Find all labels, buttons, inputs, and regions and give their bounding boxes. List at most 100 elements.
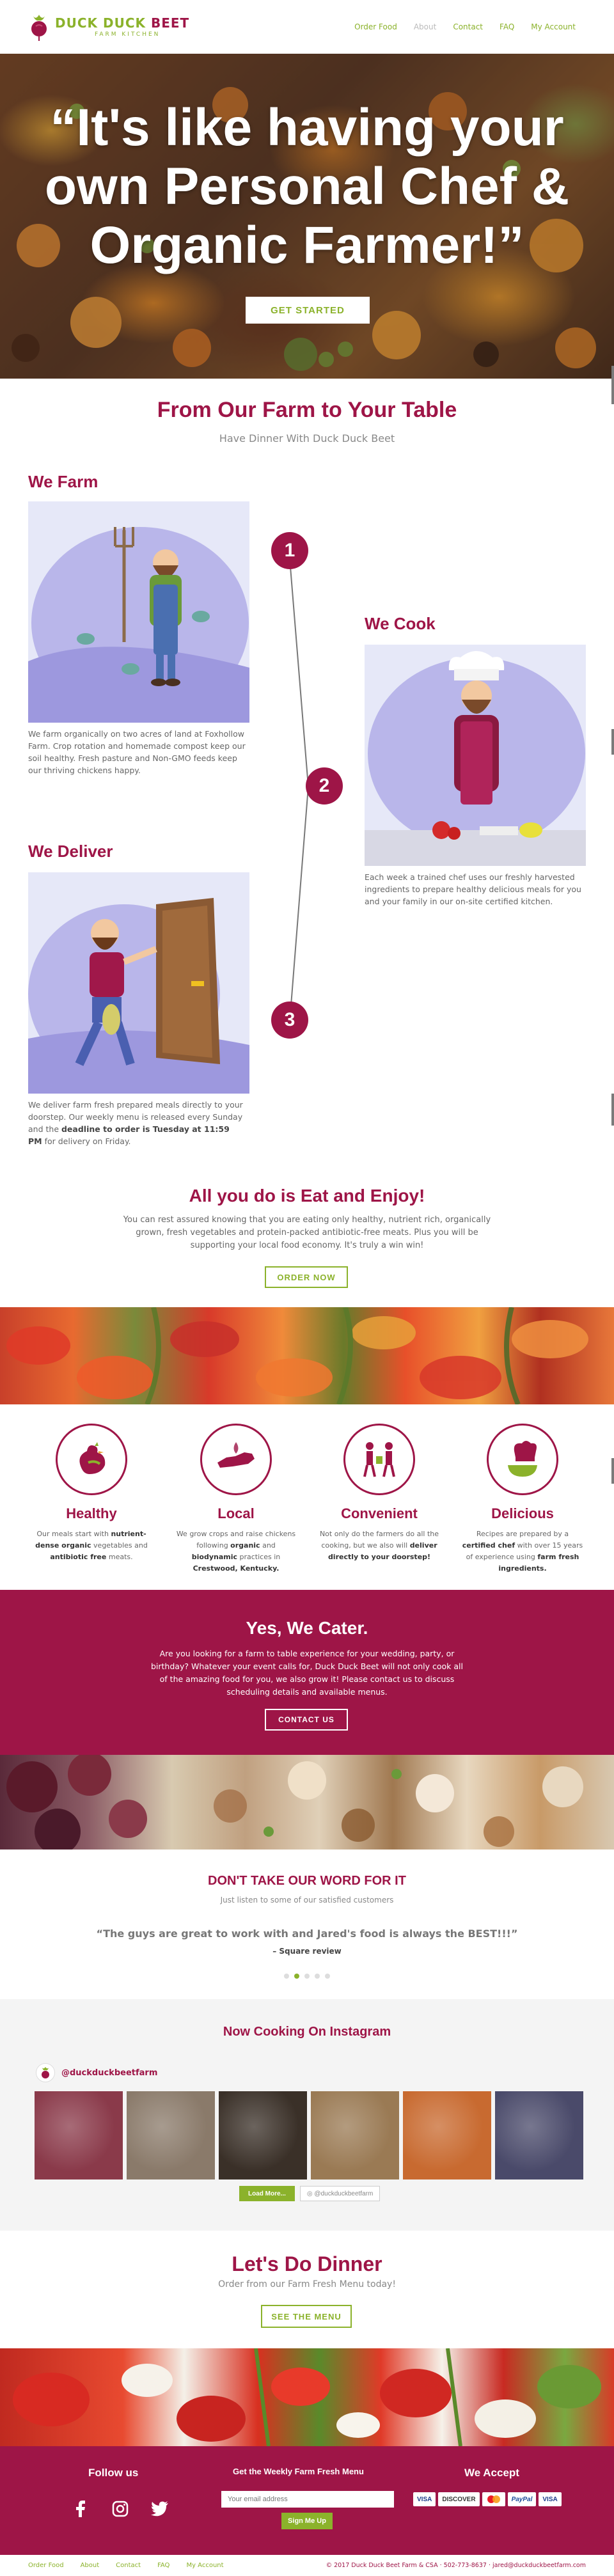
payment-cards: VISA DISCOVER PayPal VISA bbox=[413, 2492, 562, 2506]
pagination-dot[interactable] bbox=[304, 1974, 310, 1979]
order-now-button[interactable]: ORDER NOW bbox=[265, 1266, 348, 1288]
hero-title: “It's like having your own Personal Chef… bbox=[44, 98, 570, 274]
instagram-photo[interactable] bbox=[35, 2091, 123, 2179]
chef-illustration bbox=[365, 645, 586, 866]
feature-delicious: Delicious Recipes are prepared by a cert… bbox=[455, 1424, 590, 1575]
pagination-dot[interactable] bbox=[284, 1974, 289, 1979]
instagram-title: Now Cooking On Instagram bbox=[223, 2025, 391, 2039]
feature-title-healthy: Healthy bbox=[66, 1505, 117, 1521]
feature-convenient: Convenient Not only do the farmers do al… bbox=[312, 1424, 446, 1563]
follow-instagram-button[interactable]: ◎ @duckduckbeetfarm bbox=[299, 2186, 381, 2201]
we-deliver-heading: We Deliver bbox=[28, 842, 113, 861]
feature-text-part: organic bbox=[230, 1541, 260, 1550]
beet-logo-icon bbox=[31, 15, 47, 41]
page: DUCK DUCK BEET FARM KITCHEN Order Food A… bbox=[0, 0, 614, 2576]
pagination-dot[interactable] bbox=[325, 1974, 330, 1979]
step-number-2: 2 bbox=[306, 767, 343, 805]
visa-card-icon-2: VISA bbox=[539, 2492, 562, 2506]
paypal-card-icon: PayPal bbox=[507, 2492, 537, 2506]
pagination-dot[interactable] bbox=[294, 1974, 299, 1979]
instagram-photo[interactable] bbox=[311, 2091, 399, 2179]
footer-follow-title: Follow us bbox=[88, 2467, 139, 2479]
testimonial-pagination bbox=[284, 1974, 330, 1979]
instagram-user[interactable]: @duckduckbeetfarm bbox=[36, 2063, 157, 2082]
contact-us-button[interactable]: CONTACT US bbox=[265, 1709, 348, 1731]
social-links bbox=[72, 2500, 169, 2518]
we-accept-title: We Accept bbox=[464, 2467, 519, 2479]
footer-nav-order-food[interactable]: Order Food bbox=[28, 2562, 64, 2569]
feature-text-part: vegetables and bbox=[91, 1541, 148, 1550]
nav-contact[interactable]: Contact bbox=[453, 22, 483, 31]
step-number-1: 1 bbox=[271, 532, 308, 569]
feature-healthy: Healthy Our meals start with nutrient-de… bbox=[24, 1424, 159, 1563]
feature-text-part: antibiotic free bbox=[50, 1553, 107, 1561]
enjoy-text: You can rest assured knowing that you ar… bbox=[123, 1215, 491, 1250]
farm-to-table-subtitle: Have Dinner With Duck Duck Beet bbox=[219, 432, 395, 444]
salad-photo bbox=[0, 2348, 614, 2446]
feature-local: Local We grow crops and raise chickens f… bbox=[169, 1424, 303, 1575]
hero: “It's like having your own Personal Chef… bbox=[0, 54, 614, 379]
scrollbar-marker bbox=[611, 729, 614, 755]
testimonial-quote: “The guys are great to work with and Jar… bbox=[96, 1928, 518, 1940]
dinner-subtitle: Order from our Farm Fresh Menu today! bbox=[218, 2279, 396, 2289]
see-menu-button[interactable]: SEE THE MENU bbox=[261, 2305, 352, 2328]
feature-text-part: biodynamic bbox=[191, 1553, 238, 1561]
feature-title-local: Local bbox=[217, 1505, 255, 1521]
main-nav: Order Food About Contact FAQ My Account bbox=[354, 22, 576, 31]
discover-card-icon: DISCOVER bbox=[438, 2492, 480, 2506]
feature-icon-ring bbox=[200, 1424, 272, 1495]
footer: Follow us Get the Weekly Farm Fresh Menu… bbox=[0, 2446, 614, 2555]
feature-title-convenient: Convenient bbox=[341, 1505, 418, 1521]
we-deliver-text-b: for delivery on Friday. bbox=[42, 1136, 131, 1146]
visa-card-icon: VISA bbox=[413, 2492, 436, 2506]
load-more-button[interactable]: Load More... bbox=[239, 2186, 295, 2201]
delivery-illustration bbox=[28, 872, 249, 1094]
instagram-icon[interactable] bbox=[111, 2500, 129, 2518]
get-started-button[interactable]: GET STARTED bbox=[246, 297, 370, 324]
farm-to-table-title: From Our Farm to Your Table bbox=[157, 398, 457, 422]
chicken-icon bbox=[79, 1442, 106, 1474]
chef-hat-icon bbox=[508, 1441, 537, 1477]
feature-text-part: certified chef bbox=[462, 1541, 516, 1550]
instagram-grid bbox=[35, 2091, 583, 2179]
instagram-photo[interactable] bbox=[403, 2091, 491, 2179]
nav-my-account[interactable]: My Account bbox=[531, 22, 576, 31]
feature-icon-ring bbox=[56, 1424, 127, 1495]
we-cook-heading: We Cook bbox=[365, 614, 436, 633]
nav-faq[interactable]: FAQ bbox=[500, 22, 514, 31]
footer-nav-my-account[interactable]: My Account bbox=[186, 2562, 223, 2569]
we-cook-text: Each week a trained chef uses our freshl… bbox=[365, 872, 581, 906]
feature-text-convenient: Not only do the farmers do all the cooki… bbox=[312, 1528, 446, 1563]
testimonial-author: – Square review bbox=[272, 1947, 342, 1956]
footer-nav: Order Food About Contact FAQ My Account bbox=[28, 2562, 224, 2569]
copyright: © 2017 Duck Duck Beet Farm & CSA · 502-7… bbox=[326, 2562, 586, 2569]
footer-nav-contact[interactable]: Contact bbox=[116, 2562, 141, 2569]
logo[interactable]: DUCK DUCK BEET FARM KITCHEN bbox=[28, 12, 189, 42]
pagination-dot[interactable] bbox=[315, 1974, 320, 1979]
instagram-photo[interactable] bbox=[127, 2091, 215, 2179]
follow-label: @duckduckbeetfarm bbox=[314, 2190, 374, 2197]
cater-title: Yes, We Cater. bbox=[246, 1618, 368, 1638]
feature-icon-ring bbox=[487, 1424, 558, 1495]
brand-tagline: FARM KITCHEN bbox=[95, 31, 161, 38]
kentucky-icon bbox=[217, 1442, 255, 1468]
newsletter-email-input[interactable] bbox=[221, 2491, 394, 2508]
footer-nav-faq[interactable]: FAQ bbox=[157, 2562, 169, 2569]
feature-text-part: and bbox=[260, 1541, 276, 1550]
food-photo-strip bbox=[0, 1755, 614, 1850]
twitter-icon[interactable] bbox=[151, 2500, 169, 2518]
nav-order-food[interactable]: Order Food bbox=[354, 22, 397, 31]
handoff-icon bbox=[363, 1442, 395, 1477]
farmer-illustration bbox=[28, 501, 249, 723]
facebook-icon[interactable] bbox=[72, 2500, 90, 2518]
instagram-photo[interactable] bbox=[219, 2091, 307, 2179]
step-number-3: 3 bbox=[271, 1001, 308, 1039]
instagram-photo[interactable] bbox=[495, 2091, 583, 2179]
footer-nav-about[interactable]: About bbox=[81, 2562, 100, 2569]
testimonial-title: DON'T TAKE OUR WORD FOR IT bbox=[208, 1874, 406, 1888]
vegetables-photo bbox=[0, 1307, 614, 1404]
sign-me-up-button[interactable]: Sign Me Up bbox=[281, 2513, 333, 2529]
cater-text: Are you looking for a farm to table expe… bbox=[150, 1649, 463, 1697]
nav-about[interactable]: About bbox=[414, 22, 436, 31]
instagram-actions: Load More... ◎ @duckduckbeetfarm bbox=[239, 2186, 381, 2201]
